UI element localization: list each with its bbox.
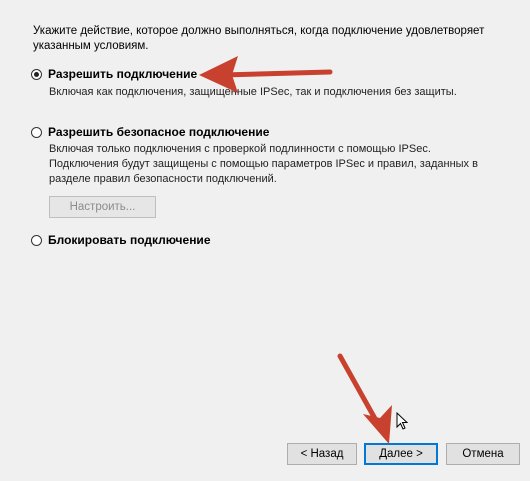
allow-secure-connection-description: Включая только подключения с проверкой п… [49, 143, 478, 185]
mouse-cursor-icon [396, 412, 408, 430]
block-connection-label[interactable]: Блокировать подключение [48, 233, 211, 247]
cancel-button[interactable]: Отмена [446, 443, 520, 465]
allow-connection-radio[interactable] [31, 68, 42, 80]
block-connection-option[interactable]: Блокировать подключение [31, 233, 211, 247]
allow-connection-description: Включая как подключения, защищенные IPSe… [49, 86, 457, 98]
allow-connection-option[interactable]: Разрешить подключение [31, 67, 197, 81]
back-button[interactable]: < Назад [287, 443, 357, 465]
intro-text: Укажите действие, которое должно выполня… [33, 25, 485, 52]
arrow-pointing-next-button [337, 353, 392, 444]
configure-button[interactable]: Настроить... [49, 196, 156, 218]
allow-secure-connection-label[interactable]: Разрешить безопасное подключение [48, 125, 269, 139]
allow-connection-label[interactable]: Разрешить подключение [48, 67, 197, 81]
next-button[interactable]: Далее > [364, 443, 438, 465]
allow-secure-connection-option[interactable]: Разрешить безопасное подключение [31, 125, 269, 139]
block-connection-radio[interactable] [31, 234, 42, 246]
allow-secure-connection-radio[interactable] [31, 126, 42, 138]
